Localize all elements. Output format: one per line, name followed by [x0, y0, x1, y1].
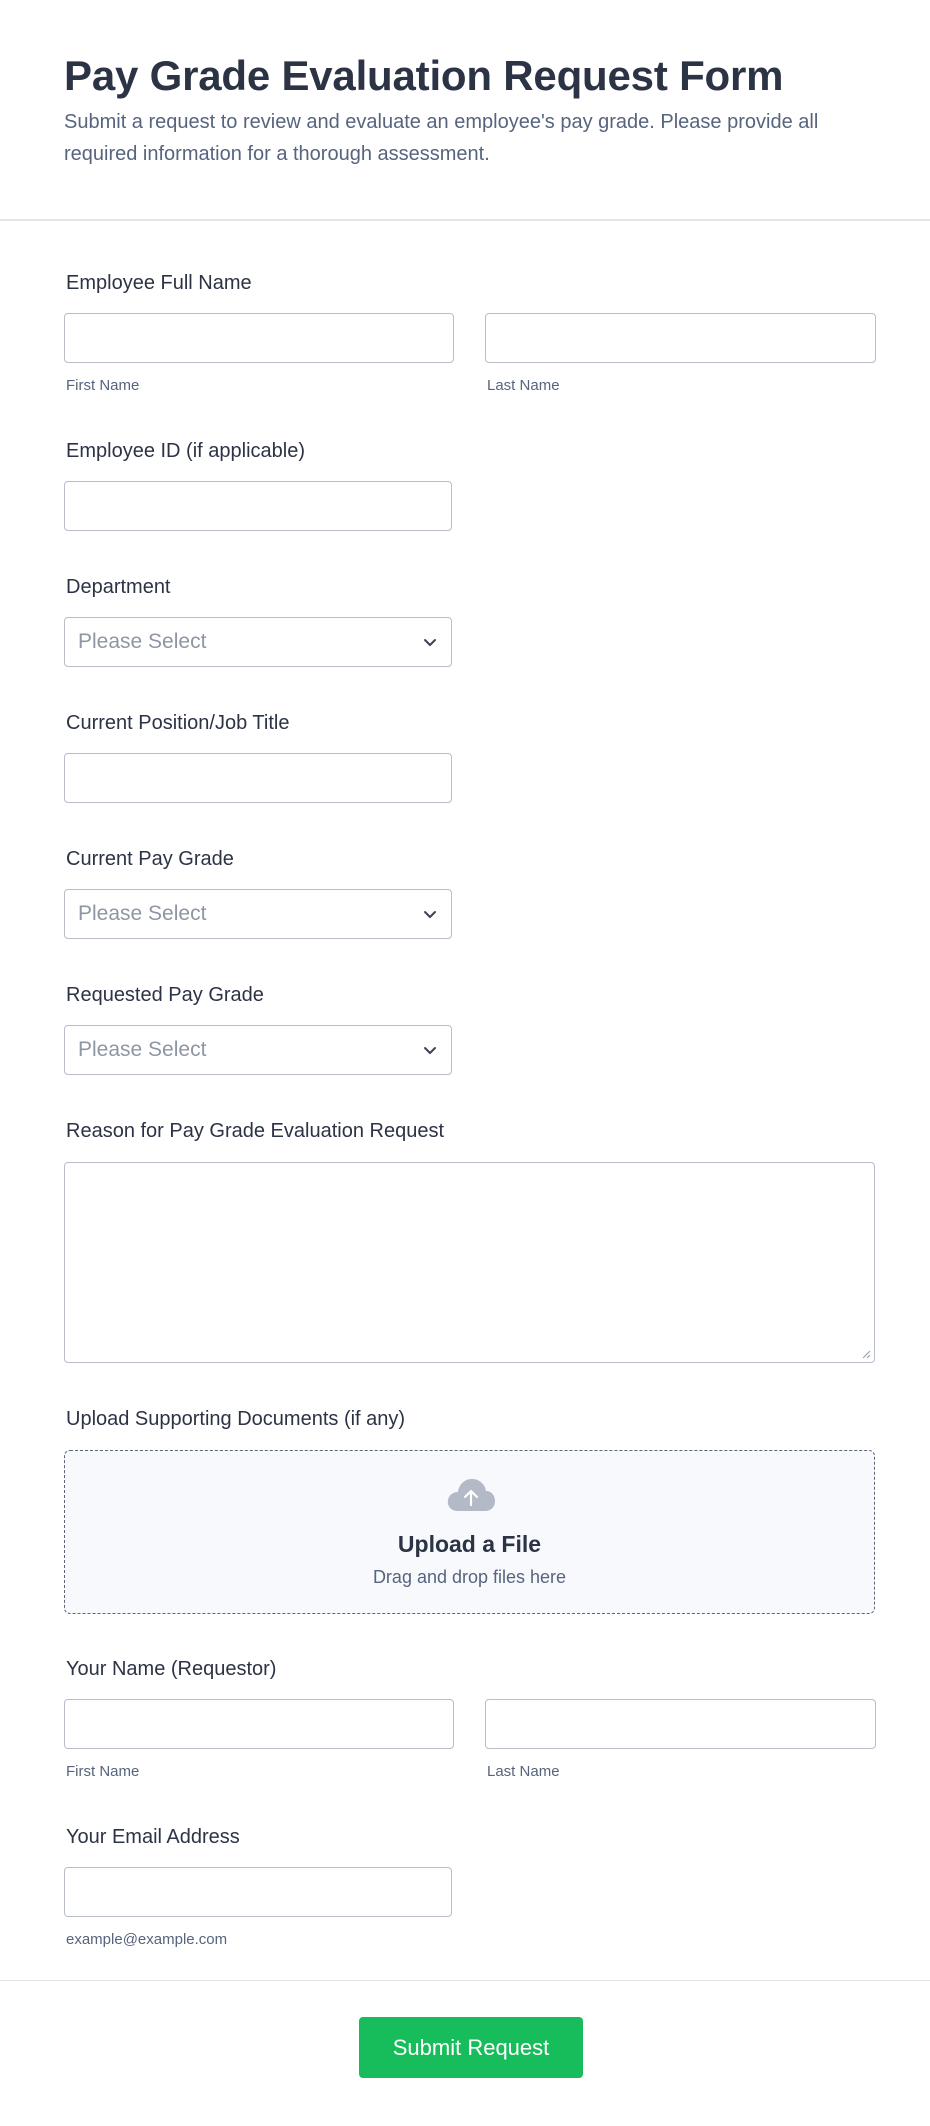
- email-input[interactable]: [64, 1867, 452, 1917]
- upload-subtitle: Drag and drop files here: [372, 1567, 567, 1587]
- form-subtitle: Submit a request to review and evaluate …: [64, 111, 819, 165]
- requested-pay-grade-select-value: Please Select: [78, 1038, 207, 1061]
- form-title: Pay Grade Evaluation Request Form: [64, 52, 784, 99]
- current-pay-grade-select[interactable]: Please Select: [64, 889, 452, 939]
- position-label: Current Position/Job Title: [66, 712, 290, 734]
- submit-button[interactable]: Submit Request: [359, 2017, 583, 2078]
- upload-label: Upload Supporting Documents (if any): [66, 1408, 406, 1430]
- current-pay-grade-select-value: Please Select: [78, 902, 207, 925]
- requested-pay-grade-label: Requested Pay Grade: [66, 984, 264, 1006]
- chevron-down-icon: [424, 1047, 436, 1054]
- resize-grip-icon[interactable]: [860, 1348, 871, 1359]
- department-select-value: Please Select: [78, 630, 207, 653]
- employee-last-name-sublabel: Last Name: [487, 377, 560, 394]
- current-pay-grade-label: Current Pay Grade: [66, 848, 234, 870]
- employee-first-name-sublabel: First Name: [66, 377, 140, 394]
- email-sublabel: example@example.com: [66, 1931, 228, 1948]
- requestor-first-name-input[interactable]: [64, 1699, 454, 1749]
- requestor-last-name-sublabel: Last Name: [487, 1763, 560, 1780]
- requestor-name-label: Your Name (Requestor): [66, 1658, 277, 1680]
- upload-title: Upload a File: [397, 1531, 542, 1557]
- employee-name-label: Employee Full Name: [66, 272, 252, 294]
- requestor-first-name-sublabel: First Name: [66, 1763, 140, 1780]
- employee-id-input[interactable]: [64, 481, 452, 531]
- cloud-upload-icon: [447, 1479, 495, 1511]
- position-input[interactable]: [64, 753, 452, 803]
- employee-last-name-input[interactable]: [485, 313, 876, 363]
- employee-id-label: Employee ID (if applicable): [66, 440, 305, 462]
- footer-divider: [0, 1980, 930, 1981]
- requested-pay-grade-select[interactable]: Please Select: [64, 1025, 452, 1075]
- form-header: Pay Grade Evaluation Request Form Submit…: [0, 0, 930, 221]
- chevron-down-icon: [424, 639, 436, 646]
- chevron-down-icon: [424, 911, 436, 918]
- reason-textarea[interactable]: [64, 1162, 875, 1363]
- file-upload-dropzone[interactable]: Upload a File Drag and drop files here: [64, 1450, 875, 1614]
- employee-first-name-input[interactable]: [64, 313, 454, 363]
- reason-label: Reason for Pay Grade Evaluation Request: [66, 1120, 444, 1142]
- requestor-last-name-input[interactable]: [485, 1699, 876, 1749]
- department-label: Department: [66, 576, 171, 598]
- department-select[interactable]: Please Select: [64, 617, 452, 667]
- email-label: Your Email Address: [66, 1826, 240, 1848]
